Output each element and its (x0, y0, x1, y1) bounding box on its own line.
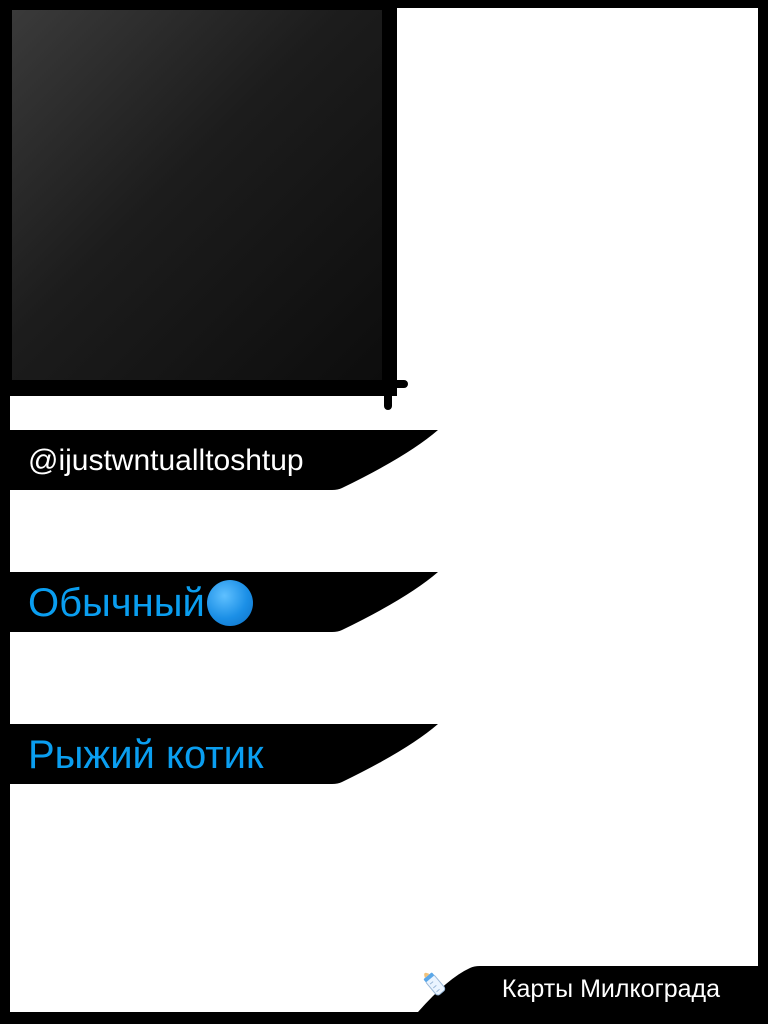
type-row: Обычный (28, 572, 253, 634)
footer-tab: Карты Милкограда (418, 966, 758, 1012)
photo-frame (10, 8, 397, 396)
name-banner: Рыжий котик (10, 724, 442, 786)
username-text: @ijustwntualltoshtup (28, 444, 304, 477)
type-text: Обычный (28, 580, 205, 625)
name-text: Рыжий котик (28, 732, 264, 777)
baby-bottle-icon (423, 972, 446, 996)
footer-label: Карты Милкограда (501, 974, 720, 1003)
profile-card: @ijustwntualltoshtup Обычный Рыжий котик… (10, 8, 758, 1012)
frame-corner-mark-vertical (384, 386, 392, 410)
type-banner: Обычный (10, 572, 442, 634)
username-banner: @ijustwntualltoshtup (10, 430, 442, 492)
blue-circle-icon (206, 580, 253, 626)
profile-photo (12, 10, 382, 380)
